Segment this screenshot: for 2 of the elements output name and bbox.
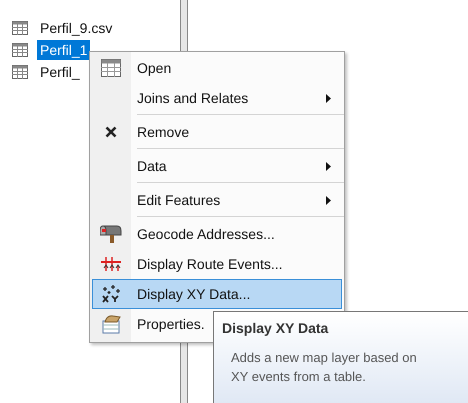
tooltip-title: Display XY Data [222,320,330,336]
tooltip-text: Adds a new map layer based on XY events from a table. [231,349,418,386]
